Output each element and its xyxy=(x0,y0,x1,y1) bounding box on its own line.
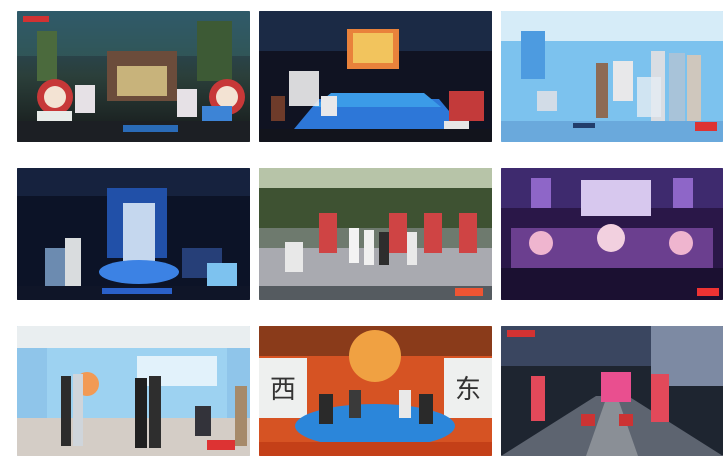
thumbnail-7[interactable] xyxy=(17,326,250,456)
thumbnail-1[interactable] xyxy=(17,11,250,142)
thumbnail-6[interactable] xyxy=(501,168,723,300)
east-sign-text: 东 xyxy=(455,375,481,405)
thumbnail-3[interactable] xyxy=(501,11,723,142)
thumbnail-grid: 西 东 xyxy=(0,0,723,456)
thumbnail-5[interactable] xyxy=(259,168,492,300)
west-sign-text: 西 xyxy=(270,375,296,405)
thumbnail-4[interactable] xyxy=(17,168,250,300)
thumbnail-8[interactable]: 西 东 xyxy=(259,326,492,456)
thumbnail-2[interactable] xyxy=(259,11,492,142)
thumbnail-9[interactable] xyxy=(501,326,723,456)
